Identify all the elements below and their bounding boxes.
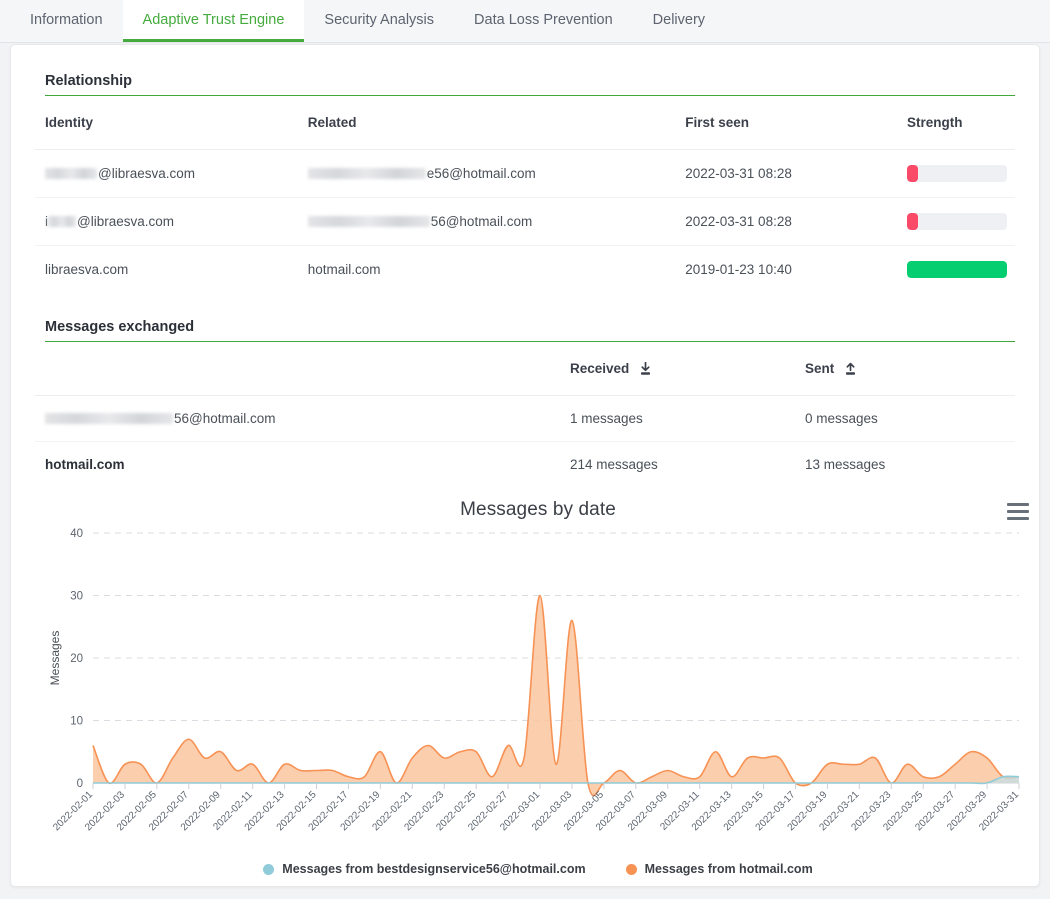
legend-item[interactable]: Messages from bestdesignservice56@hotmai…	[263, 862, 586, 876]
legend-item[interactable]: Messages from hotmail.com	[625, 862, 813, 876]
tab-label: Data Loss Prevention	[474, 11, 613, 28]
messages-header-address	[35, 342, 562, 396]
chart-plot-area: 0 10 20 30 40 Messages 2022-02-01 2022-02-03 202…	[45, 521, 1031, 861]
redacted-text	[307, 168, 426, 179]
relationship-related-cell: hotmail.com	[307, 262, 381, 277]
relationship-header-row: Identity Related First seen Strength	[35, 96, 1015, 150]
messages-header-received: Received	[562, 342, 797, 396]
chart-svg: 010203040Messages2022-02-012022-02-03202…	[48, 528, 1021, 833]
y-axis-tick: 0	[77, 778, 83, 790]
download-icon	[639, 362, 652, 376]
strength-bar-fill	[907, 165, 918, 182]
table-row[interactable]: libraesva.com hotmail.com 2019-01-23 10:40	[35, 246, 1015, 294]
redacted-text	[48, 216, 76, 227]
relationship-section-title: Relationship	[45, 73, 133, 89]
strength-bar-track	[907, 261, 1007, 278]
tab-data-loss-prevention[interactable]: Data Loss Prevention	[454, 0, 633, 42]
table-row[interactable]: 56@hotmail.com 1 messages 0 messages	[35, 395, 1015, 442]
redacted-text	[45, 413, 173, 424]
relationship-first-seen-cell: 2022-03-31 08:28	[677, 149, 899, 198]
relationship-header-identity: Identity	[35, 96, 300, 150]
legend-color-swatch	[625, 863, 637, 875]
relationship-strength-cell	[899, 246, 1015, 294]
tab-label: Adaptive Trust Engine	[142, 11, 285, 28]
table-row[interactable]: @libraesva.com e56@hotmail.com 2022-03-31 …	[35, 149, 1015, 198]
messages-sent-cell: 0 messages	[797, 395, 1015, 442]
messages-address-cell: hotmail.com	[45, 457, 125, 472]
tab-delivery[interactable]: Delivery	[633, 0, 725, 42]
relationship-strength-cell	[899, 149, 1015, 198]
relationship-table: Identity Related First seen Strength @li…	[35, 96, 1015, 293]
messages-sent-cell: 13 messages	[805, 457, 886, 472]
redacted-text	[45, 168, 97, 179]
relationship-identity-cell: i @libraesva.com	[35, 197, 300, 246]
y-axis-tick: 20	[70, 653, 83, 665]
tab-label: Security Analysis	[324, 11, 435, 28]
relationship-first-seen-cell: 2019-01-23 10:40	[685, 262, 792, 277]
y-axis-tick: 10	[70, 716, 83, 728]
upload-icon	[844, 362, 857, 376]
tab-bar: Information Adaptive Trust Engine Security…	[0, 0, 1050, 43]
legend-label: Messages from bestdesignservice56@hotmai…	[282, 862, 586, 876]
messages-exchanged-section-title: Messages exchanged	[45, 319, 195, 335]
strength-bar-fill	[907, 213, 918, 230]
y-axis-tick: 30	[70, 591, 83, 603]
y-axis-tick: 40	[70, 528, 83, 540]
hamburger-menu-icon[interactable]	[1007, 503, 1029, 520]
legend-label: Messages from hotmail.com	[644, 862, 813, 876]
tab-label: Information	[30, 11, 103, 28]
chart-legend: Messages from bestdesignservice56@hotmai…	[45, 862, 1031, 876]
relationship-identity-cell: libraesva.com	[45, 262, 129, 277]
tab-information[interactable]: Information	[10, 0, 123, 42]
messages-header-sent: Sent	[797, 342, 1015, 396]
messages-address-cell: 56@hotmail.com	[35, 395, 562, 442]
relationship-header-related: Related	[299, 96, 678, 150]
tab-security-analysis[interactable]: Security Analysis	[304, 0, 454, 42]
strength-bar-track	[907, 213, 1007, 230]
table-row[interactable]: i @libraesva.com 56@hotmail.com 2022-03-31 …	[35, 197, 1015, 246]
messages-header-sent-label: Sent	[805, 361, 835, 376]
relationship-related-cell: 56@hotmail.com	[299, 197, 678, 246]
relationship-first-seen-cell: 2022-03-31 08:28	[677, 197, 899, 246]
messages-header-received-label: Received	[570, 361, 630, 376]
legend-color-swatch	[263, 863, 275, 875]
redacted-text	[307, 216, 430, 227]
relationship-identity-cell: @libraesva.com	[35, 149, 300, 198]
messages-exchanged-table: Received Sent 56@hotmail.com 1 messages …	[35, 342, 1015, 487]
strength-bar-fill	[907, 261, 1007, 278]
messages-received-cell: 214 messages	[570, 457, 658, 472]
table-row[interactable]: hotmail.com 214 messages 13 messages	[35, 442, 1015, 488]
messages-exchanged-header-row: Received Sent	[35, 342, 1015, 396]
chart-title: Messages by date	[460, 499, 616, 520]
relationship-strength-cell	[899, 197, 1015, 246]
relationship-header-first-seen: First seen	[677, 96, 899, 150]
strength-bar-track	[907, 165, 1007, 182]
adaptive-trust-engine-card: Relationship Identity Related First seen…	[10, 44, 1040, 887]
tab-adaptive-trust-engine[interactable]: Adaptive Trust Engine	[122, 0, 305, 42]
relationship-header-strength: Strength	[899, 96, 1015, 150]
relationship-related-cell: e56@hotmail.com	[299, 149, 678, 198]
y-axis-label: Messages	[48, 631, 62, 686]
messages-received-cell: 1 messages	[562, 395, 797, 442]
messages-by-date-chart: Messages by date 0 10 20 30 40 Messages 2022-0…	[45, 487, 1031, 882]
tab-label: Delivery	[652, 11, 706, 28]
